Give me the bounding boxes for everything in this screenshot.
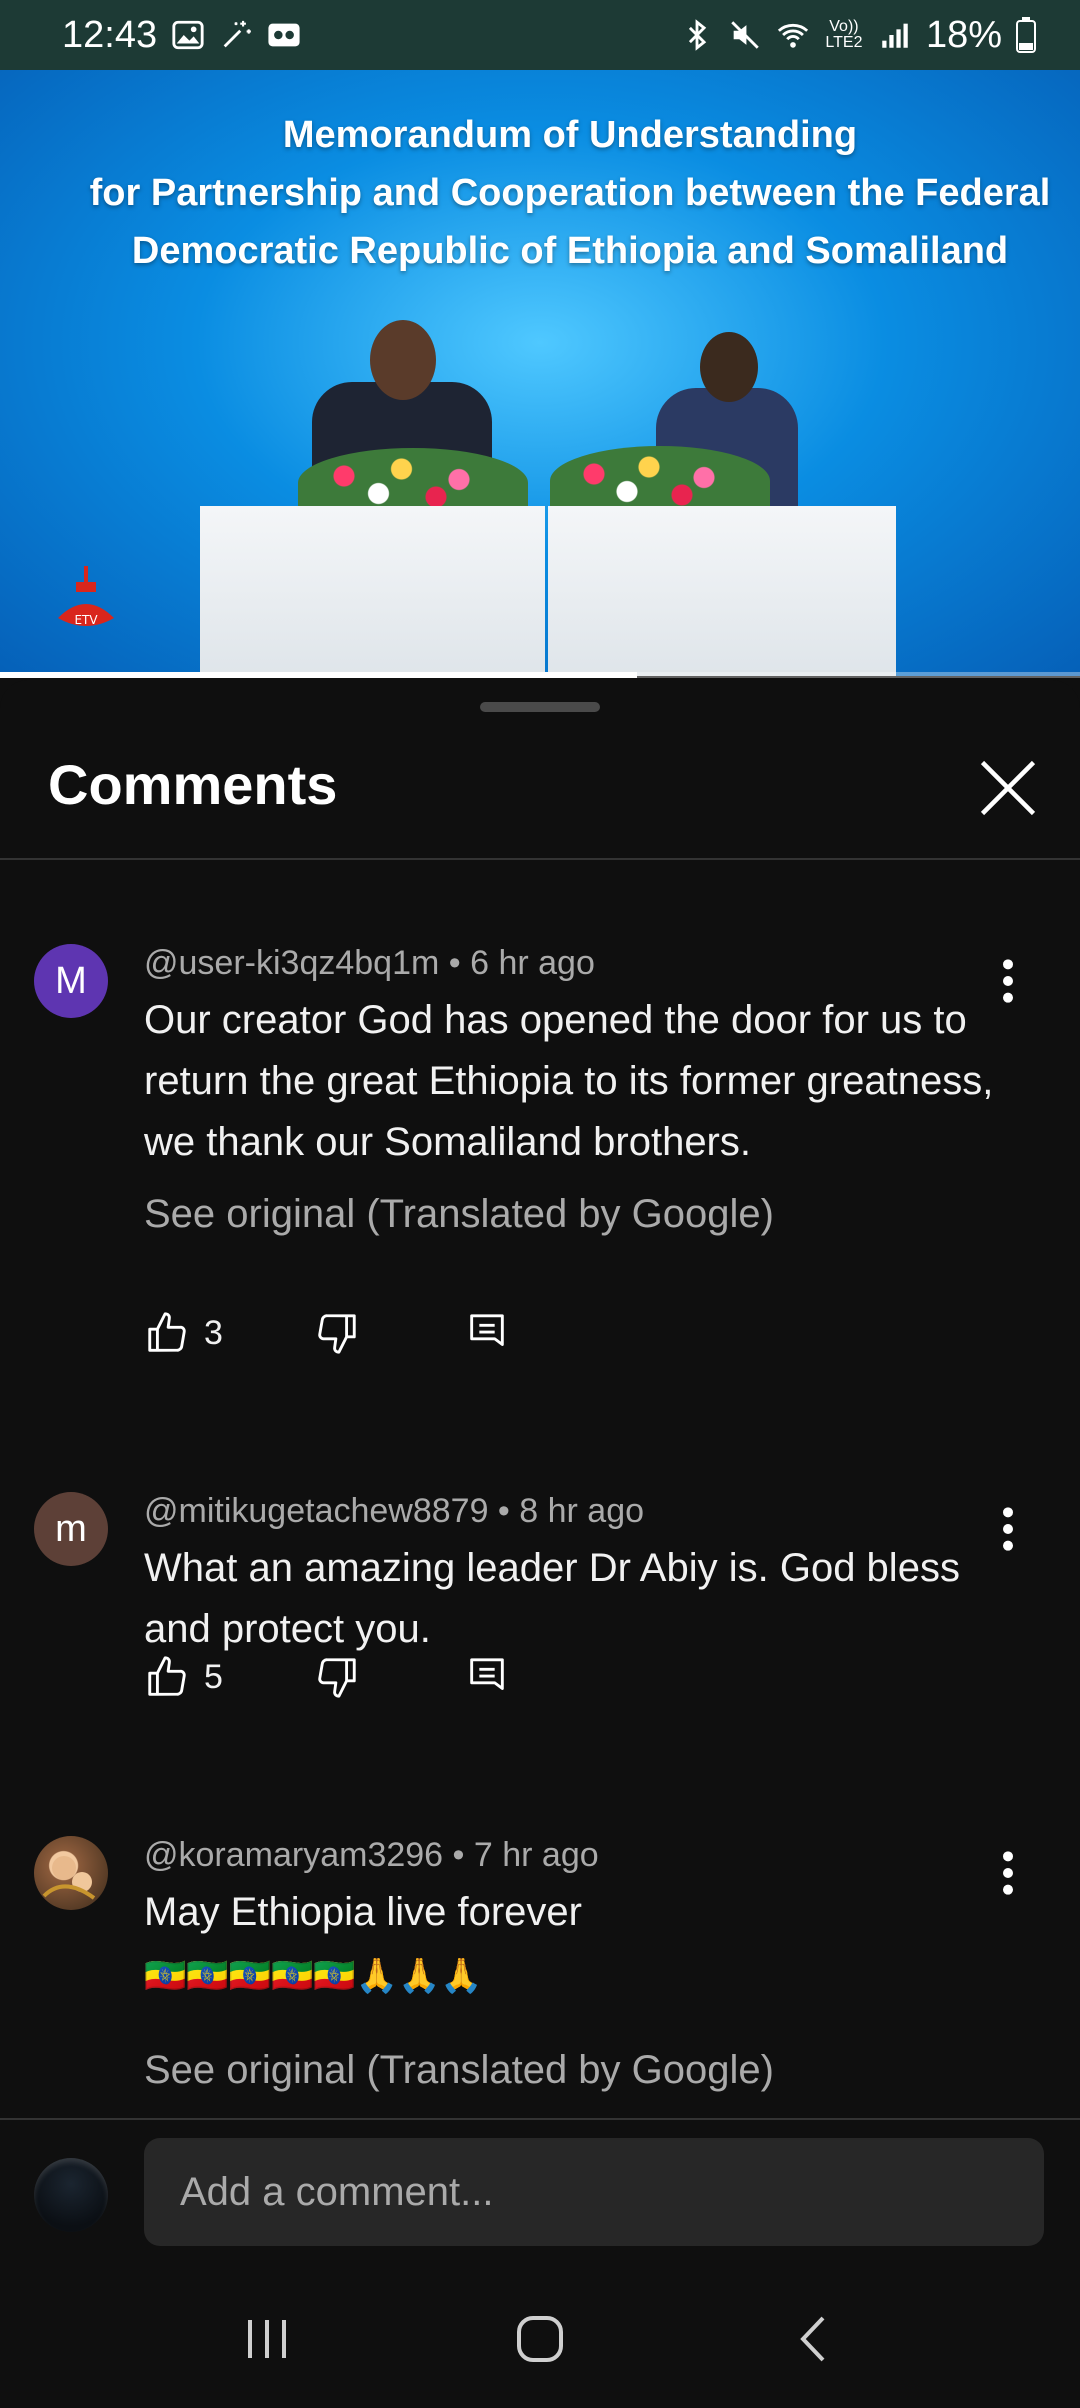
speaker-left-head xyxy=(370,320,436,400)
header-divider xyxy=(0,858,1080,860)
voicemail-icon xyxy=(268,23,300,47)
home-icon xyxy=(516,2316,563,2362)
avatar-letter: m xyxy=(55,1507,87,1550)
etv-logo-icon: ETV xyxy=(58,566,114,627)
avatar[interactable]: M xyxy=(34,944,108,1018)
home-button[interactable] xyxy=(500,2299,580,2379)
battery-percent: 18% xyxy=(925,13,1002,56)
network-label: Vo)) LTE2 xyxy=(825,18,863,51)
recent-apps-icon xyxy=(247,2320,286,2358)
video-progress-fill xyxy=(0,672,638,678)
comment-meta[interactable]: @user-ki3qz4bq1m • 6 hr ago xyxy=(144,944,595,983)
comment-emoji-line: 🇪🇹🇪🇹🇪🇹🇪🇹🇪🇹🙏🙏🙏 xyxy=(144,1957,483,1995)
reply-icon xyxy=(470,1314,504,1346)
system-nav-bar xyxy=(0,2270,1080,2408)
status-bar: 12:43 Vo)) LTE2 18% xyxy=(0,0,1080,70)
current-user-avatar xyxy=(34,2158,108,2232)
like-button[interactable]: 5 xyxy=(144,1654,314,1700)
video-title-text: Memorandum of Understanding for Partners… xyxy=(80,106,1060,280)
wifi-icon xyxy=(777,23,809,48)
reply-icon xyxy=(470,1658,504,1690)
magic-wand-icon xyxy=(223,20,251,48)
like-button[interactable]: 3 xyxy=(144,1310,314,1356)
see-original-link[interactable]: See original (Translated by Google) xyxy=(144,2048,774,2093)
video-player[interactable]: Memorandum of Understanding for Partners… xyxy=(0,70,1080,676)
thumbs-down-icon xyxy=(318,1314,356,1354)
battery-icon xyxy=(1016,17,1036,53)
video-title-line-3: Democratic Republic of Ethiopia and Soma… xyxy=(131,230,1009,272)
dislike-button[interactable] xyxy=(314,1654,464,1700)
comment-meta[interactable]: @koramaryam3296 • 7 hr ago xyxy=(144,1836,599,1875)
thumbs-up-icon xyxy=(148,1312,186,1352)
recent-apps-button[interactable] xyxy=(227,2299,307,2379)
comment-text: May Ethiopia live forever xyxy=(144,1890,582,1934)
desk-left xyxy=(200,506,545,676)
avatar-letter: M xyxy=(55,959,87,1002)
thumbs-up-icon xyxy=(148,1656,186,1696)
mute-icon xyxy=(731,21,759,49)
desk-right xyxy=(548,506,896,676)
reply-button[interactable] xyxy=(464,1310,510,1356)
comment-meta[interactable]: @mitikugetachew8879 • 8 hr ago xyxy=(144,1492,644,1531)
video-progress-bar[interactable] xyxy=(0,672,1080,678)
add-comment-input[interactable]: Add a comment... xyxy=(144,2138,1044,2246)
avatar-image-icon xyxy=(42,1856,96,1900)
comments-title: Comments xyxy=(48,753,338,816)
signal-icon xyxy=(882,23,908,48)
comment-text: What an amazing leader Dr Abiy is. God b… xyxy=(144,1546,960,1651)
back-button[interactable] xyxy=(773,2299,853,2379)
comment-text: Our creator God has opened the door for … xyxy=(144,998,994,1164)
dislike-button[interactable] xyxy=(314,1310,464,1356)
speaker-right-head xyxy=(700,332,758,402)
see-original-link[interactable]: See original (Translated by Google) xyxy=(144,1192,774,1237)
back-icon xyxy=(800,2316,825,2362)
thumbs-down-icon xyxy=(318,1658,356,1698)
video-title-line-2: for Partnership and Cooperation between … xyxy=(89,172,1051,214)
composer-divider xyxy=(0,2118,1080,2120)
etv-logo-text: ETV xyxy=(74,613,98,627)
avatar[interactable]: m xyxy=(34,1492,108,1566)
video-title-line-1: Memorandum of Understanding xyxy=(282,114,858,156)
close-icon[interactable] xyxy=(974,754,1042,822)
like-count: 3 xyxy=(204,1313,223,1352)
gallery-icon xyxy=(172,20,204,50)
like-count: 5 xyxy=(204,1657,223,1696)
drag-handle[interactable] xyxy=(480,702,600,712)
bluetooth-icon xyxy=(688,19,707,51)
comment-actions: 3 xyxy=(144,1310,510,1356)
reply-button[interactable] xyxy=(464,1654,510,1700)
avatar[interactable] xyxy=(34,1836,108,1910)
comment-actions: 5 xyxy=(144,1654,510,1700)
status-time: 12:43 xyxy=(62,13,158,56)
